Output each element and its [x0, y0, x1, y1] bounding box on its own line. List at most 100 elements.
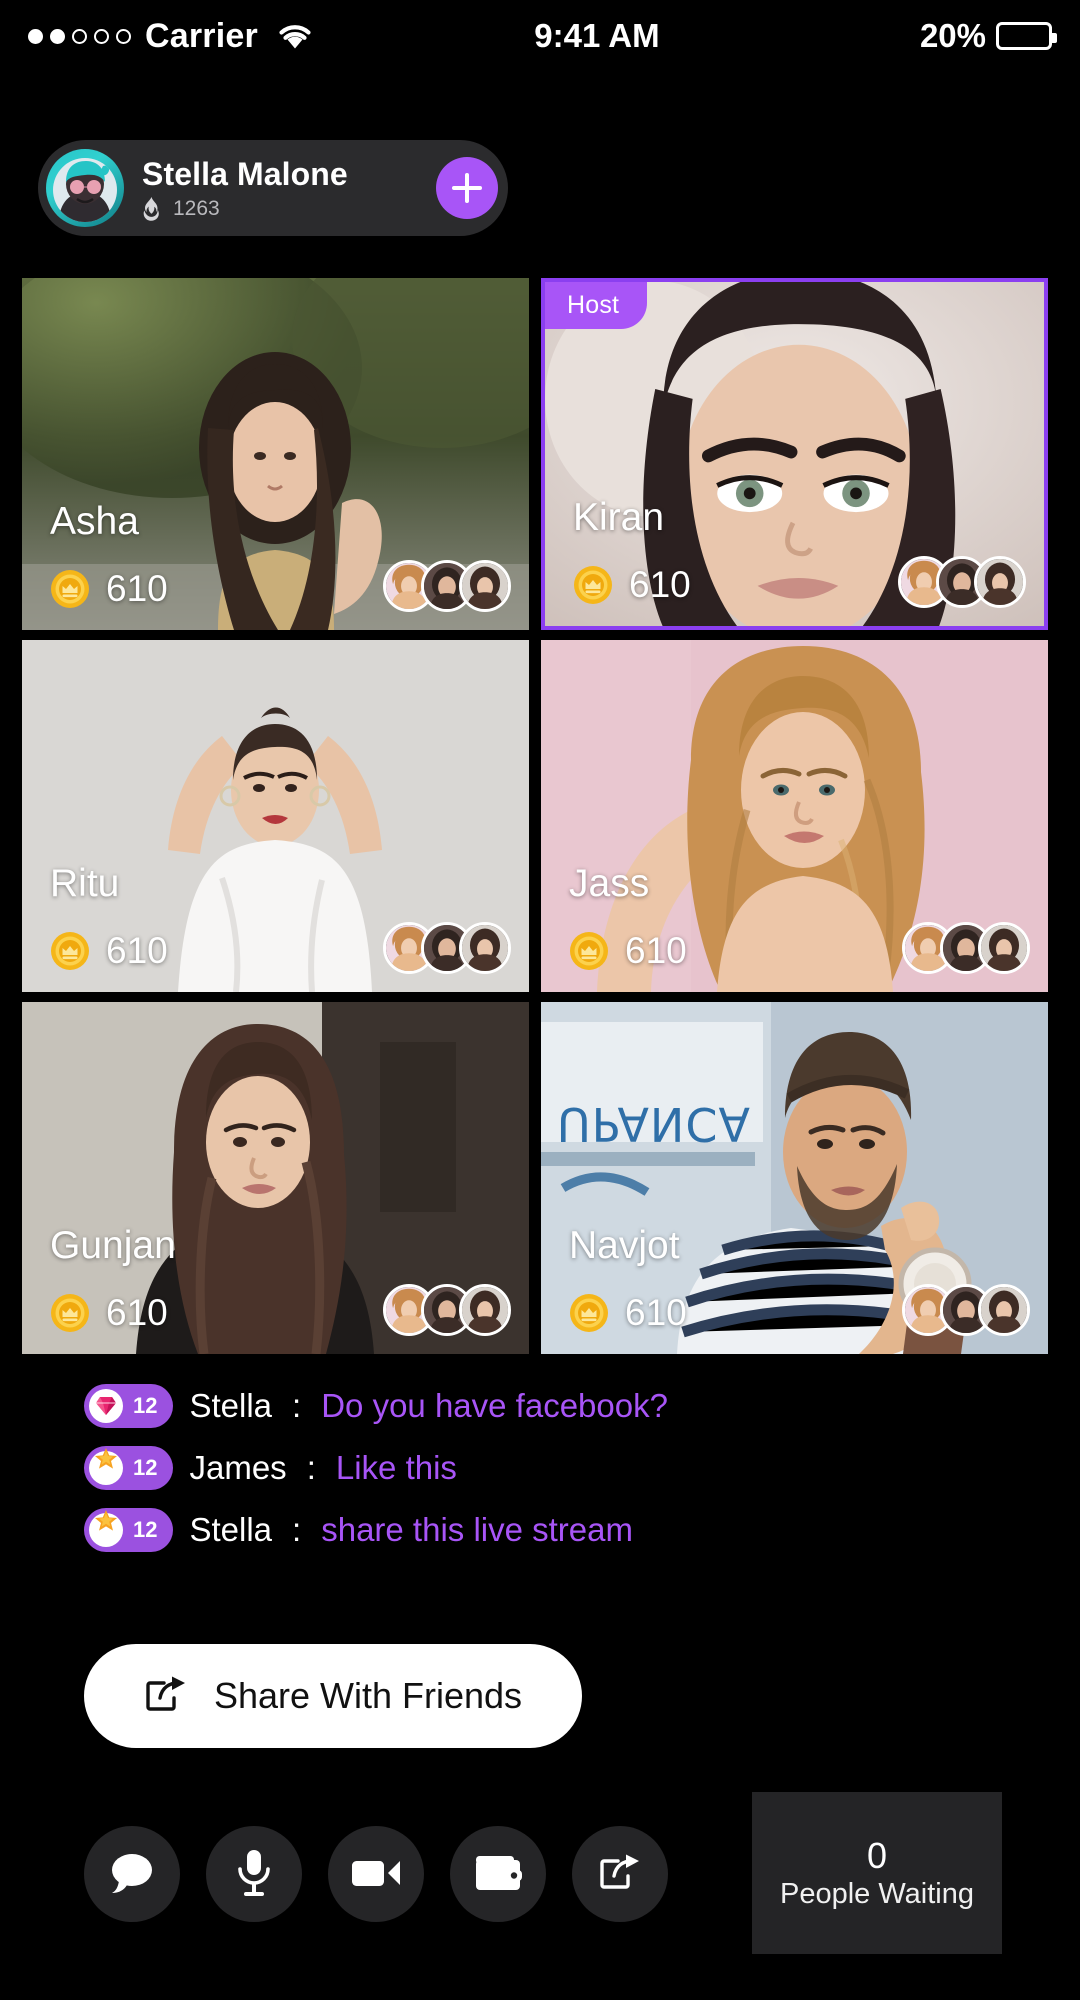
- viewer-avatars[interactable]: [898, 556, 1026, 608]
- share-with-friends-button[interactable]: Share With Friends: [84, 1644, 582, 1748]
- people-waiting-count: 0: [866, 1834, 888, 1876]
- chat-bubble-icon: [109, 1851, 155, 1898]
- coin-icon: [570, 932, 608, 970]
- participant-coin-value: 610: [629, 564, 691, 605]
- video-camera-icon: [351, 1856, 401, 1893]
- share-icon: [598, 1853, 642, 1896]
- coin-icon: [51, 932, 89, 970]
- participant-tile[interactable]: Asha 610: [22, 278, 529, 630]
- chat-text: Like this: [335, 1449, 457, 1486]
- chat-separator: :: [306, 1449, 316, 1486]
- participant-coins: 610: [50, 568, 168, 610]
- chat-username: Stella: [189, 1387, 273, 1424]
- participant-name: Gunjan: [50, 1224, 176, 1267]
- participant-coin-value: 610: [106, 930, 168, 971]
- star-egg-icon: [89, 1448, 123, 1485]
- coin-icon: [570, 1294, 608, 1332]
- coin-icon: [51, 1294, 89, 1332]
- host-flame-row: 1263: [142, 196, 436, 221]
- chat-separator: :: [292, 1387, 302, 1424]
- chat-username: James: [189, 1449, 287, 1486]
- carrier-label: Carrier: [145, 16, 258, 55]
- chat-text: share this live stream: [321, 1511, 633, 1548]
- gift-badge: 12: [84, 1508, 174, 1552]
- viewer-avatars[interactable]: [902, 1284, 1030, 1336]
- host-badge: Host: [545, 282, 648, 329]
- participant-tile[interactable]: Gunjan 610: [22, 1002, 529, 1354]
- host-profile-pill[interactable]: Stella Malone 1263: [38, 140, 508, 236]
- chat-message: 12 Stella : share this live stream: [84, 1506, 984, 1554]
- video-camera-button[interactable]: [328, 1826, 424, 1922]
- participant-tile[interactable]: UPANCA Navjot 610: [541, 1002, 1048, 1354]
- viewer-avatars[interactable]: [902, 922, 1030, 974]
- gift-badge: 12: [84, 1384, 174, 1428]
- coin-icon: [574, 566, 612, 604]
- share-button[interactable]: [572, 1826, 668, 1922]
- participant-tile-host[interactable]: Host Kiran 610: [541, 278, 1048, 630]
- battery-icon: [996, 22, 1057, 50]
- participant-coin-value: 610: [625, 1292, 687, 1333]
- participant-coin-value: 610: [106, 568, 168, 609]
- host-info: Stella Malone 1263: [124, 156, 436, 221]
- chat-message-list: 12 Stella : Do you have facebook? 12 Jam…: [84, 1382, 984, 1554]
- status-bar: Carrier 9:41 AM 20%: [0, 0, 1080, 72]
- participant-coins: 610: [569, 1292, 687, 1334]
- participant-name: Jass: [569, 862, 650, 905]
- gift-count: 12: [133, 1393, 158, 1418]
- viewer-avatar: [459, 1284, 511, 1336]
- star-egg-icon: [89, 1510, 123, 1547]
- people-waiting-label: People Waiting: [780, 1877, 974, 1910]
- chat-text: Do you have facebook?: [321, 1387, 668, 1424]
- people-waiting-panel[interactable]: 0 People Waiting: [752, 1792, 1002, 1954]
- participant-tile[interactable]: Ritu 610: [22, 640, 529, 992]
- chat-message: 12 James : Like this: [84, 1444, 984, 1492]
- viewer-avatars[interactable]: [383, 922, 511, 974]
- signal-strength-icon: [28, 28, 131, 44]
- viewer-avatar: [459, 922, 511, 974]
- participant-coins: 610: [50, 930, 168, 972]
- participant-grid: Asha 610 Host Kiran 610 Ritu 610 Jass 61…: [22, 278, 1058, 1354]
- gift-badge: 12: [84, 1446, 174, 1490]
- microphone-button[interactable]: [206, 1826, 302, 1922]
- viewer-avatar: [978, 1284, 1030, 1336]
- viewer-avatars[interactable]: [383, 1284, 511, 1336]
- avatar[interactable]: [46, 149, 124, 227]
- share-icon: [144, 1675, 188, 1718]
- viewer-avatar: [974, 556, 1026, 608]
- coin-icon: [51, 570, 89, 608]
- participant-name: Asha: [50, 500, 139, 543]
- flame-icon: [143, 196, 159, 221]
- participant-coins: 610: [50, 1292, 168, 1334]
- gift-count: 12: [133, 1455, 158, 1480]
- status-bar-right: 20%: [919, 17, 1057, 55]
- participant-name: Ritu: [50, 862, 120, 905]
- host-name-label: Stella Malone: [142, 155, 348, 192]
- gift-count: 12: [133, 1517, 158, 1542]
- participant-coins: 610: [569, 930, 687, 972]
- participant-coins: 610: [573, 564, 691, 606]
- wallet-icon: [474, 1854, 522, 1895]
- chat-username: Stella: [189, 1511, 273, 1548]
- chat-separator: :: [292, 1511, 302, 1548]
- participant-coin-value: 610: [106, 1292, 168, 1333]
- participant-name: Navjot: [569, 1224, 680, 1267]
- chat-button[interactable]: [84, 1826, 180, 1922]
- bottom-toolbar: [84, 1826, 668, 1922]
- add-guest-button[interactable]: [436, 157, 498, 219]
- status-bar-left: Carrier: [28, 17, 314, 56]
- viewer-avatar: [459, 560, 511, 612]
- host-flame-count: 1263: [173, 196, 220, 220]
- clock-label: 9:41 AM: [534, 17, 660, 54]
- svg-text:UPANCA: UPANCA: [557, 1097, 751, 1151]
- participant-tile[interactable]: Jass 610: [541, 640, 1048, 992]
- share-with-friends-label: Share With Friends: [213, 1675, 523, 1716]
- participant-coin-value: 610: [625, 930, 687, 971]
- live-stream-screen: Carrier 9:41 AM 20% Stella Malone 1263 A…: [0, 0, 1080, 2000]
- wallet-button[interactable]: [450, 1826, 546, 1922]
- chat-message: 12 Stella : Do you have facebook?: [84, 1382, 984, 1430]
- viewer-avatars[interactable]: [383, 560, 511, 612]
- diamond-gem-icon: [89, 1389, 123, 1423]
- participant-name: Kiran: [573, 496, 665, 539]
- battery-percent-label: 20%: [919, 17, 986, 54]
- viewer-avatar: [978, 922, 1030, 974]
